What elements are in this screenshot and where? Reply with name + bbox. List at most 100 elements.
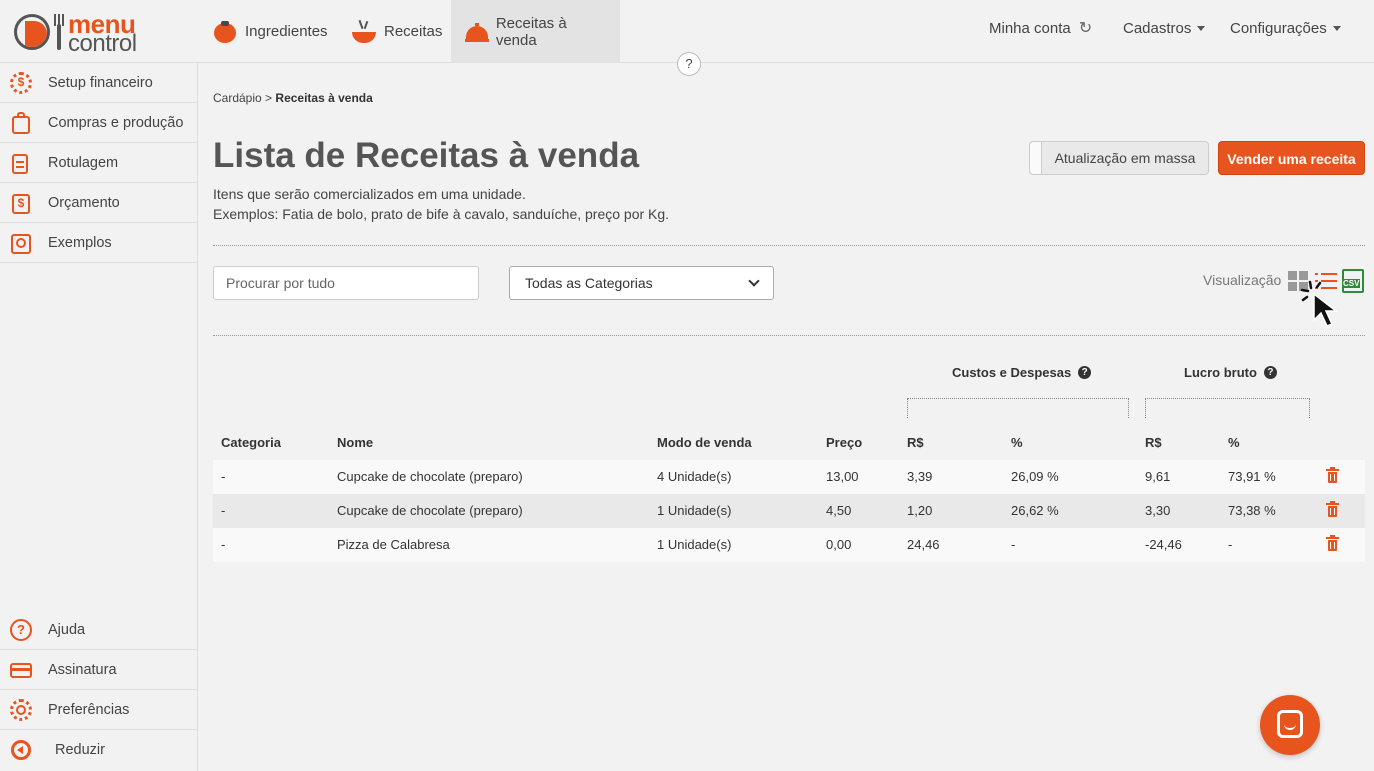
col-header-price[interactable]: Preço (826, 435, 862, 450)
configuracoes-label: Configurações (1230, 19, 1327, 37)
sidebar-item-compras-e-producao[interactable]: Compras e produção (0, 103, 197, 143)
question-icon[interactable]: ? (1078, 366, 1092, 379)
plate-logo-icon (14, 14, 50, 50)
cell-category: - (221, 537, 226, 552)
col-header-mode[interactable]: Modo de venda (657, 435, 752, 450)
cell-cost-rs: 1,20 (907, 503, 933, 518)
label-jar-icon (10, 152, 32, 174)
tab-ingredientes[interactable]: Ingredientes (199, 0, 342, 63)
tab-receitas[interactable]: Receitas (338, 0, 456, 63)
cell-profit-rs: 3,30 (1145, 503, 1171, 518)
mass-update-button[interactable]: Atualização em massa (1029, 141, 1209, 175)
sidebar-item-label: Exemplos (48, 234, 112, 251)
sidebar-item-exemplos[interactable]: Exemplos (0, 223, 197, 263)
sell-recipe-button[interactable]: Vender uma receita (1218, 141, 1365, 175)
trash-icon[interactable] (1326, 535, 1339, 551)
chevron-down-icon (1197, 25, 1206, 31)
cloche-icon (465, 20, 489, 44)
category-select-value: Todas as Categorias (525, 275, 653, 291)
cell-category: - (221, 503, 226, 518)
col-header-name[interactable]: Nome (337, 435, 373, 450)
chevron-down-icon (748, 275, 760, 287)
breadcrumb: Cardápio > Receitas à venda (213, 91, 373, 105)
profit-group-header: Lucro bruto ? (1184, 365, 1277, 380)
costs-group-header: Custos e Despesas ? (952, 365, 1092, 380)
sidebar-item-ajuda[interactable]: ? Ajuda (0, 610, 197, 650)
breadcrumb-current: Receitas à venda (275, 91, 373, 105)
question-icon[interactable]: ? (1263, 366, 1277, 379)
cell-mode: 1 Unidade(s) (657, 503, 732, 518)
tab-receitas-label: Receitas (384, 23, 443, 40)
cell-profit-pct: 73,91 % (1228, 469, 1276, 484)
cell-name[interactable]: Cupcake de chocolate (preparo) (337, 460, 523, 494)
col-header-profit-rs[interactable]: R$ (1145, 435, 1162, 450)
gear-icon (10, 698, 32, 721)
cell-mode: 1 Unidade(s) (657, 537, 732, 552)
menucontrol-logo[interactable]: menu control (12, 11, 152, 56)
sidebar-item-setup-financeiro[interactable]: $ Setup financeiro (0, 63, 197, 103)
tomato-icon (213, 20, 237, 44)
trash-icon[interactable] (1326, 501, 1339, 517)
sidebar-item-label: Preferências (48, 701, 130, 718)
sidebar-item-label: Assinatura (48, 661, 117, 678)
cell-price: 0,00 (826, 537, 852, 552)
divider (213, 245, 1365, 246)
tab-receitas-a-venda[interactable]: Receitas à venda (451, 0, 620, 63)
sidebar-item-label: Reduzir (55, 742, 105, 758)
sidebar-item-rotulagem[interactable]: Rotulagem (0, 143, 197, 183)
help-bubble-button[interactable]: ? (677, 52, 701, 76)
sidebar-item-orcamento[interactable]: $ Orçamento (0, 183, 197, 223)
table-row[interactable]: - Pizza de Calabresa 1 Unidade(s) 0,00 2… (213, 528, 1365, 562)
minha-conta-link[interactable]: Minha conta ↻ (989, 0, 1092, 56)
costs-group-bracket (907, 398, 1129, 418)
col-header-profit-pct[interactable]: % (1228, 435, 1240, 450)
collapse-icon (10, 739, 32, 761)
category-select[interactable]: Todas as Categorias (509, 266, 774, 300)
cell-cost-pct: - (1011, 537, 1016, 552)
cell-name[interactable]: Cupcake de chocolate (preparo) (337, 494, 523, 528)
col-header-cost-rs[interactable]: R$ (907, 435, 924, 450)
cell-price: 4,50 (826, 503, 852, 518)
col-header-cost-pct[interactable]: % (1011, 435, 1023, 450)
profit-group-label: Lucro bruto (1184, 365, 1257, 380)
sidebar-item-preferencias[interactable]: Preferências (0, 690, 197, 730)
logo-text-control: control (68, 30, 137, 57)
page-title: Lista de Receitas à venda (213, 136, 640, 175)
sidebar-item-label: Compras e produção (48, 114, 184, 131)
help-icon: ? (10, 618, 32, 641)
mass-update-label: Atualização em massa (1054, 150, 1196, 166)
bowl-icon (352, 19, 376, 44)
mouse-pointer-icon (1300, 280, 1339, 327)
sidebar-item-reduzir[interactable]: Reduzir (0, 730, 197, 770)
page-subtitle-2: Exemplos: Fatia de bolo, prato de bife à… (213, 206, 670, 222)
cell-profit-rs: 9,61 (1145, 469, 1171, 484)
cell-cost-rs: 24,46 (907, 537, 940, 552)
sidebar-item-label: Orçamento (48, 194, 120, 211)
breadcrumb-separator: > (265, 91, 273, 105)
col-header-category[interactable]: Categoria (221, 435, 281, 450)
search-input[interactable] (213, 266, 479, 300)
table-row[interactable]: - Cupcake de chocolate (preparo) 1 Unida… (213, 494, 1365, 528)
trash-icon[interactable] (1326, 467, 1339, 483)
breadcrumb-parent[interactable]: Cardápio (213, 91, 262, 105)
cadastros-dropdown[interactable]: Cadastros (1123, 0, 1206, 56)
sidebar: $ Setup financeiro Compras e produção Ro… (0, 63, 198, 771)
table-row[interactable]: - Cupcake de chocolate (preparo) 4 Unida… (213, 460, 1365, 494)
sidebar-item-assinatura[interactable]: Assinatura (0, 650, 197, 690)
costs-group-label: Custos e Despesas (952, 365, 1072, 380)
sidebar-item-label: Rotulagem (48, 154, 119, 171)
divider (213, 335, 1365, 336)
profit-group-bracket (1145, 398, 1310, 418)
cell-price: 13,00 (826, 469, 859, 484)
cell-name[interactable]: Pizza de Calabresa (337, 528, 450, 562)
tab-ingredientes-label: Ingredientes (245, 23, 328, 40)
cell-profit-rs: -24,46 (1145, 537, 1182, 552)
chat-launcher-button[interactable] (1260, 695, 1320, 755)
cell-cost-rs: 3,39 (907, 469, 933, 484)
configuracoes-dropdown[interactable]: Configurações (1230, 0, 1341, 56)
cell-profit-pct: - (1228, 537, 1233, 552)
minha-conta-label: Minha conta (989, 19, 1071, 37)
fork-logo-icon (54, 14, 64, 50)
cell-cost-pct: 26,62 % (1011, 503, 1059, 518)
toggle-handle (1030, 142, 1042, 174)
